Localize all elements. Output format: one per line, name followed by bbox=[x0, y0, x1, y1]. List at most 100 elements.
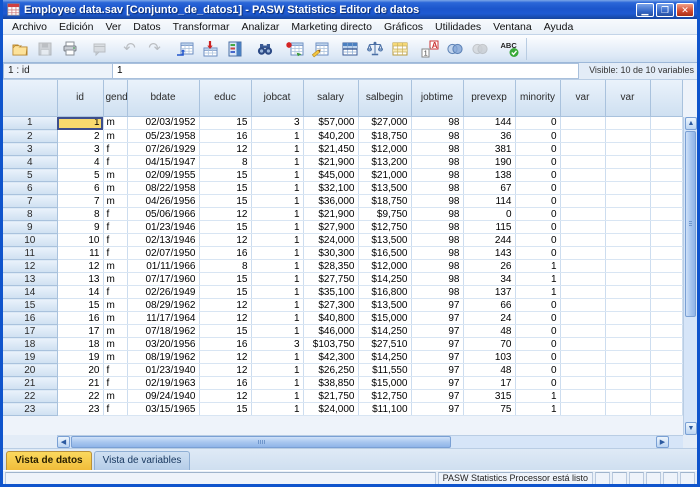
data-cell[interactable]: 0 bbox=[515, 325, 560, 338]
data-cell[interactable]: 1 bbox=[251, 377, 303, 390]
data-cell[interactable]: 12 bbox=[199, 208, 251, 221]
data-cell[interactable]: 66 bbox=[463, 299, 515, 312]
data-cell[interactable]: 1 bbox=[251, 234, 303, 247]
data-cell[interactable]: 97 bbox=[411, 403, 463, 416]
data-cell[interactable]: 22 bbox=[57, 390, 103, 403]
empty-cell[interactable] bbox=[605, 247, 650, 260]
data-cell[interactable]: $12,000 bbox=[358, 260, 411, 273]
data-cell[interactable]: 14 bbox=[57, 286, 103, 299]
row-number[interactable]: 19 bbox=[3, 351, 57, 364]
column-header-salbegin[interactable]: salbegin bbox=[358, 80, 411, 116]
data-cell[interactable]: $18,750 bbox=[358, 195, 411, 208]
data-cell[interactable]: 98 bbox=[411, 117, 463, 130]
scroll-up-icon[interactable]: ▲ bbox=[685, 117, 697, 130]
data-cell[interactable]: 1 bbox=[251, 143, 303, 156]
vertical-scroll-thumb[interactable] bbox=[685, 131, 696, 317]
find-icon[interactable] bbox=[252, 37, 277, 61]
data-cell[interactable]: 16 bbox=[57, 312, 103, 325]
grid-corner[interactable] bbox=[3, 80, 57, 116]
data-cell[interactable]: 7 bbox=[57, 195, 103, 208]
empty-cell[interactable] bbox=[605, 377, 650, 390]
data-cell[interactable]: 05/23/1958 bbox=[127, 130, 199, 143]
tab-variable-view[interactable]: Vista de variables bbox=[94, 451, 191, 470]
split-file-icon[interactable] bbox=[337, 37, 362, 61]
menu-marketing-directo[interactable]: Marketing directo bbox=[285, 20, 378, 34]
menu-utilidades[interactable]: Utilidades bbox=[429, 20, 487, 34]
data-cell[interactable]: 315 bbox=[463, 390, 515, 403]
data-cell[interactable]: 0 bbox=[463, 208, 515, 221]
undo-icon[interactable]: ↶ bbox=[117, 37, 142, 61]
data-cell[interactable]: 0 bbox=[515, 208, 560, 221]
data-cell[interactable]: $16,500 bbox=[358, 247, 411, 260]
data-cell[interactable]: $27,000 bbox=[358, 117, 411, 130]
data-cell[interactable]: 20 bbox=[57, 364, 103, 377]
data-cell[interactable]: 12 bbox=[199, 351, 251, 364]
data-cell[interactable]: 70 bbox=[463, 338, 515, 351]
empty-cell[interactable] bbox=[560, 312, 605, 325]
data-cell[interactable]: 1 bbox=[515, 260, 560, 273]
empty-cell[interactable] bbox=[605, 390, 650, 403]
data-cell[interactable]: 01/23/1946 bbox=[127, 221, 199, 234]
row-number[interactable]: 20 bbox=[3, 364, 57, 377]
data-cell[interactable]: $14,250 bbox=[358, 351, 411, 364]
data-cell[interactable]: 98 bbox=[411, 273, 463, 286]
data-cell[interactable]: $27,510 bbox=[358, 338, 411, 351]
data-cell[interactable]: 97 bbox=[411, 351, 463, 364]
data-cell[interactable]: 98 bbox=[411, 156, 463, 169]
menu-graficos[interactable]: Gráficos bbox=[378, 20, 429, 34]
column-header-minority[interactable]: minority bbox=[515, 80, 560, 116]
data-cell[interactable]: 97 bbox=[411, 312, 463, 325]
goto-case-icon[interactable] bbox=[172, 37, 197, 61]
data-cell[interactable]: 17 bbox=[57, 325, 103, 338]
data-cell[interactable]: 15 bbox=[199, 403, 251, 416]
data-cell[interactable]: 01/23/1940 bbox=[127, 364, 199, 377]
data-cell[interactable]: $24,000 bbox=[303, 234, 358, 247]
row-number[interactable]: 3 bbox=[3, 143, 57, 156]
data-cell[interactable]: $46,000 bbox=[303, 325, 358, 338]
data-cell[interactable]: m bbox=[103, 130, 127, 143]
data-cell[interactable]: 3 bbox=[251, 117, 303, 130]
data-cell[interactable]: 12 bbox=[199, 143, 251, 156]
data-cell[interactable]: 1 bbox=[515, 403, 560, 416]
save-file-icon[interactable] bbox=[32, 37, 57, 61]
data-cell[interactable]: 97 bbox=[411, 364, 463, 377]
empty-cell[interactable] bbox=[560, 143, 605, 156]
data-cell[interactable]: 05/06/1966 bbox=[127, 208, 199, 221]
data-cell[interactable]: 138 bbox=[463, 169, 515, 182]
data-cell[interactable]: 67 bbox=[463, 182, 515, 195]
data-cell[interactable]: 75 bbox=[463, 403, 515, 416]
data-cell[interactable]: f bbox=[103, 143, 127, 156]
data-cell[interactable]: $15,000 bbox=[358, 377, 411, 390]
data-cell[interactable]: 97 bbox=[411, 325, 463, 338]
row-number[interactable]: 8 bbox=[3, 208, 57, 221]
data-cell[interactable]: m bbox=[103, 351, 127, 364]
empty-cell[interactable] bbox=[560, 273, 605, 286]
data-cell[interactable]: 17 bbox=[463, 377, 515, 390]
menu-archivo[interactable]: Archivo bbox=[6, 20, 53, 34]
data-cell[interactable]: $28,350 bbox=[303, 260, 358, 273]
data-cell[interactable]: 12 bbox=[199, 299, 251, 312]
open-file-icon[interactable] bbox=[7, 37, 32, 61]
data-cell[interactable]: 12 bbox=[199, 234, 251, 247]
data-cell[interactable]: 98 bbox=[411, 221, 463, 234]
data-cell[interactable]: 0 bbox=[515, 377, 560, 390]
data-cell[interactable]: 3 bbox=[251, 338, 303, 351]
row-number[interactable]: 4 bbox=[3, 156, 57, 169]
empty-cell[interactable] bbox=[560, 325, 605, 338]
data-cell[interactable]: 15 bbox=[199, 325, 251, 338]
data-cell[interactable]: 98 bbox=[411, 143, 463, 156]
scroll-left-icon[interactable]: ◀ bbox=[57, 436, 70, 448]
row-number[interactable]: 7 bbox=[3, 195, 57, 208]
data-cell[interactable]: m bbox=[103, 299, 127, 312]
horizontal-scroll-thumb[interactable] bbox=[71, 436, 451, 448]
menu-ayuda[interactable]: Ayuda bbox=[538, 20, 580, 34]
empty-cell[interactable] bbox=[560, 299, 605, 312]
empty-cell[interactable] bbox=[560, 403, 605, 416]
data-cell[interactable]: 08/29/1962 bbox=[127, 299, 199, 312]
data-cell[interactable]: 04/15/1947 bbox=[127, 156, 199, 169]
empty-cell[interactable] bbox=[560, 130, 605, 143]
row-number[interactable]: 10 bbox=[3, 234, 57, 247]
data-cell[interactable]: m bbox=[103, 260, 127, 273]
data-cell[interactable]: 1 bbox=[251, 130, 303, 143]
data-cell[interactable]: 24 bbox=[463, 312, 515, 325]
